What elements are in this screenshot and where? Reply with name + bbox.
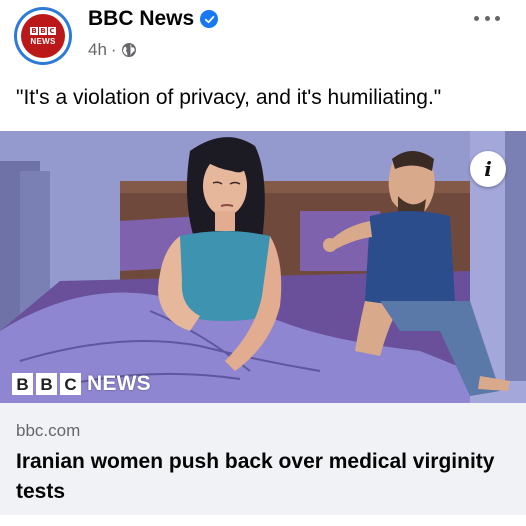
info-button[interactable]: i	[470, 151, 506, 187]
post-image[interactable]: i B B C NEWS	[0, 131, 526, 403]
watermark-block: C	[60, 373, 81, 395]
page-name-row: BBC News	[88, 7, 219, 31]
post-header: B B C NEWS BBC News 4h ·	[0, 0, 526, 76]
post-caption: "It's a violation of privacy, and it's h…	[16, 86, 442, 109]
logo-text: NEWS	[30, 36, 56, 46]
verified-badge-icon	[200, 10, 219, 28]
bedroom-illustration	[0, 131, 526, 403]
watermark-block: B	[36, 373, 57, 395]
meta-separator: ·	[110, 40, 117, 59]
bbc-news-logo: B B C NEWS	[21, 14, 65, 58]
bbc-news-watermark: B B C NEWS	[12, 372, 151, 396]
page-avatar[interactable]: B B C NEWS	[14, 7, 72, 65]
logo-block: C	[48, 26, 56, 35]
link-domain: bbc.com	[16, 421, 81, 440]
page-name-link[interactable]: BBC News	[88, 7, 194, 31]
link-headline[interactable]: Iranian women push back over medical vir…	[16, 447, 506, 507]
watermark-block: B	[12, 373, 33, 395]
watermark-text: NEWS	[87, 372, 151, 395]
more-options-icon[interactable]	[474, 10, 500, 26]
post-timestamp[interactable]: 4h	[88, 40, 107, 60]
post-meta: 4h ·	[88, 40, 137, 60]
post-bottom-spacer	[0, 515, 526, 526]
logo-block: B	[30, 26, 38, 35]
link-preview-card[interactable]: bbc.com Iranian women push back over med…	[0, 403, 526, 515]
globe-icon	[121, 42, 137, 58]
logo-block: B	[39, 26, 47, 35]
